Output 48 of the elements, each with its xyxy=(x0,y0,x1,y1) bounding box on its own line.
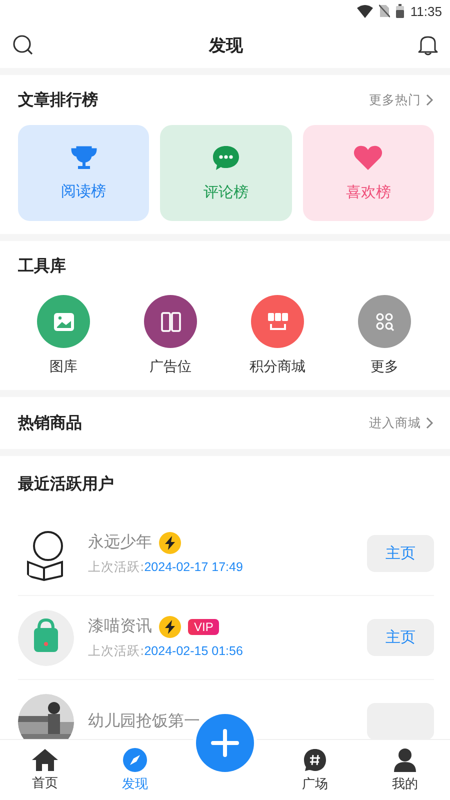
ranking-card[interactable]: 喜欢榜 xyxy=(302,125,434,221)
user-name: 幼儿园抢饭第一 xyxy=(88,711,200,732)
bell-icon[interactable] xyxy=(418,34,438,56)
tool-label: 更多 xyxy=(370,358,398,376)
section-title: 热销商品 xyxy=(18,412,82,434)
book-icon xyxy=(160,312,180,332)
compass-icon xyxy=(123,748,147,772)
page-title: 发现 xyxy=(209,34,243,56)
last-active-time: 2024-02-15 01:56 xyxy=(144,644,243,658)
last-active-time: 2024-02-17 17:49 xyxy=(144,560,243,574)
home-icon xyxy=(32,748,58,770)
nav-tab[interactable]: 发现 xyxy=(90,740,180,800)
nav-tab[interactable]: 首页 xyxy=(0,740,90,800)
plus-icon xyxy=(211,729,239,757)
store-icon xyxy=(266,312,288,330)
profile-button[interactable]: 主页 xyxy=(367,619,434,656)
tool-label: 积分商城 xyxy=(250,358,306,376)
chat-bubble-icon xyxy=(212,144,240,170)
image-icon xyxy=(54,312,74,330)
user-name: 漆喵资讯 xyxy=(88,616,152,637)
search-icon[interactable] xyxy=(12,34,34,56)
battery-icon xyxy=(396,4,404,18)
chevron-right-icon xyxy=(426,417,434,429)
user-name: 永远少年 xyxy=(88,532,152,553)
last-active-label: 上次活跃: xyxy=(88,642,144,658)
section-title: 文章排行榜 xyxy=(18,90,98,110)
profile-button[interactable]: 主页 xyxy=(367,535,434,572)
section-title: 工具库 xyxy=(18,256,66,276)
last-active-label: 上次活跃: xyxy=(88,558,144,574)
status-time: 11:35 xyxy=(410,4,442,18)
chevron-right-icon xyxy=(426,94,434,106)
more-link[interactable]: 更多热门 xyxy=(369,92,434,108)
trophy-icon xyxy=(70,146,97,170)
ranking-card[interactable]: 评论榜 xyxy=(160,125,292,221)
no-sim-icon xyxy=(379,4,390,18)
more-icon xyxy=(376,312,394,330)
ranking-card[interactable]: 阅读榜 xyxy=(18,125,150,221)
section-title: 最近活跃用户 xyxy=(18,474,114,494)
tool-label: 广告位 xyxy=(150,358,192,376)
hashtag-bubble-icon xyxy=(303,748,327,772)
tool-label: 图库 xyxy=(50,358,78,376)
nav-tab[interactable]: 我的 xyxy=(360,740,450,800)
vip-badge: VIP xyxy=(188,618,220,634)
nav-tab[interactable]: 广场 xyxy=(270,740,360,800)
more-link[interactable]: 进入商城 xyxy=(369,414,434,432)
heart-icon xyxy=(353,144,384,170)
person-icon xyxy=(394,748,416,772)
wifi-icon xyxy=(357,4,374,18)
